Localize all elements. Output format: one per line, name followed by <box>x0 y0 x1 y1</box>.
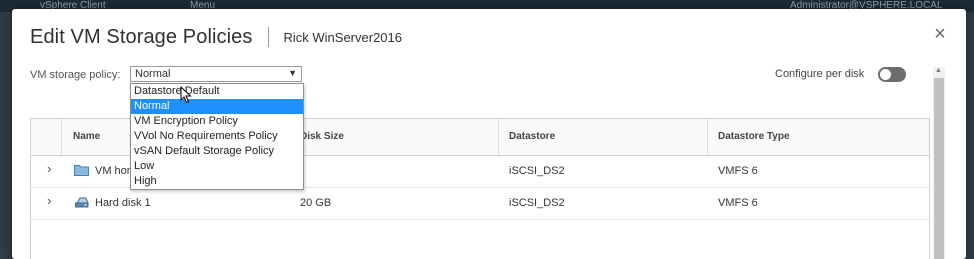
policy-option-high[interactable]: High <box>131 174 303 189</box>
mouse-pointer-icon <box>180 86 192 104</box>
column-header-datastore-type[interactable]: Datastore Type <box>718 131 790 142</box>
row-datastore: iSCSI_DS2 <box>509 165 565 177</box>
row-name: Hard disk 1 <box>95 197 151 209</box>
policy-option-vsan-default[interactable]: vSAN Default Storage Policy <box>131 144 303 159</box>
configure-per-disk-label: Configure per disk <box>775 68 865 80</box>
row-datastore: iSCSI_DS2 <box>509 197 565 209</box>
dialog-scrollbar[interactable]: ▲ <box>933 67 945 259</box>
dialog-subtitle: Rick WinServer2016 <box>283 29 403 45</box>
scroll-up-arrow-icon[interactable]: ▲ <box>935 67 942 74</box>
toggle-knob <box>880 69 891 80</box>
policy-option-vvol-no-requirements[interactable]: VVol No Requirements Policy <box>131 129 303 144</box>
vm-storage-policy-select[interactable]: Normal ▼ <box>130 66 302 82</box>
storage-policy-dropdown-list: Datastore Default Normal VM Encryption P… <box>130 83 304 190</box>
dropdown-caret-icon: ▼ <box>288 68 297 78</box>
close-icon[interactable]: × <box>930 24 950 45</box>
policy-option-vm-encryption[interactable]: VM Encryption Policy <box>131 114 303 129</box>
scrollbar-thumb[interactable] <box>934 78 944 259</box>
expand-row-icon[interactable]: › <box>47 193 51 208</box>
policy-option-datastore-default[interactable]: Datastore Default <box>131 84 303 99</box>
selected-policy-value: Normal <box>135 68 171 80</box>
column-header-disk-size[interactable]: Disk Size <box>300 131 344 142</box>
column-separator <box>707 119 708 155</box>
vm-storage-policy-label: VM storage policy: <box>30 69 121 81</box>
hard-disk-icon <box>75 197 89 208</box>
title-separator <box>267 27 269 47</box>
row-datastore-type: VMFS 6 <box>718 165 758 177</box>
policy-option-normal[interactable]: Normal <box>131 99 303 114</box>
row-datastore-type: VMFS 6 <box>718 197 758 209</box>
expand-row-icon[interactable]: › <box>47 161 51 176</box>
table-row[interactable]: › Hard disk 1 20 GB iSCSI_DS2 VMFS 6 <box>31 188 929 220</box>
folder-icon <box>74 165 89 176</box>
dialog-header: Edit VM Storage Policies Rick WinServer2… <box>30 24 402 50</box>
edit-vm-storage-policies-dialog: Edit VM Storage Policies Rick WinServer2… <box>12 9 966 259</box>
dialog-title: Edit VM Storage Policies <box>30 25 253 48</box>
configure-per-disk-toggle[interactable] <box>878 67 906 82</box>
column-separator <box>498 119 499 155</box>
column-separator <box>61 119 62 155</box>
row-disk-size: 20 GB <box>300 197 332 209</box>
column-header-datastore[interactable]: Datastore <box>509 131 555 142</box>
policy-option-low[interactable]: Low <box>131 159 303 174</box>
column-header-name[interactable]: Name <box>73 131 100 142</box>
